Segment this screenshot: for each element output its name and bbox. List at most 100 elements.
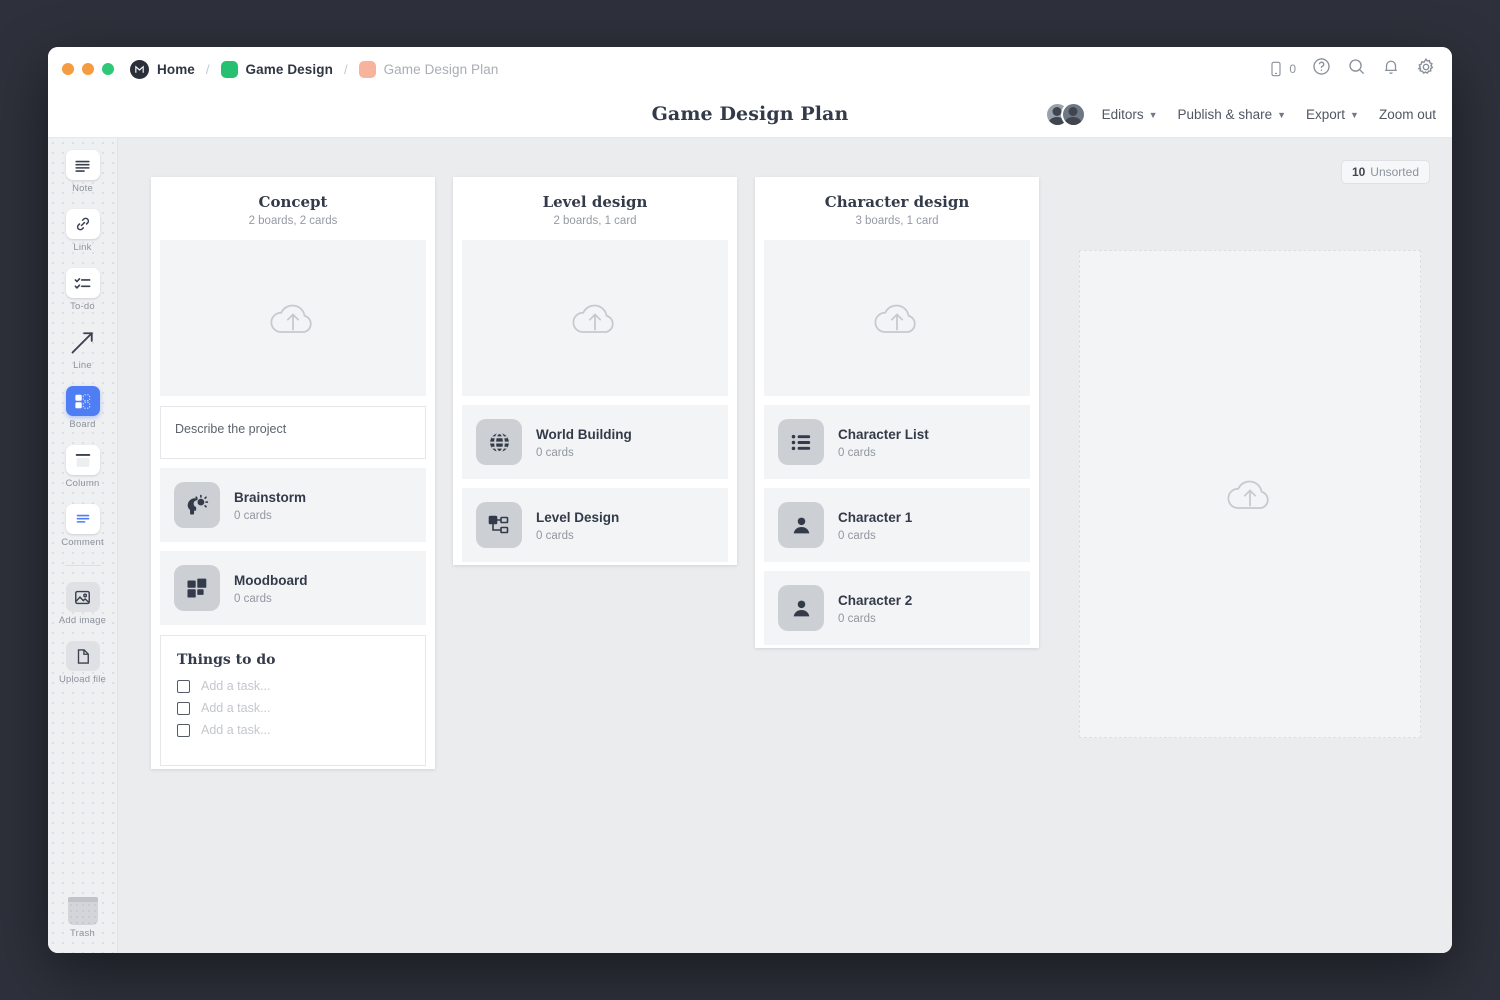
checkbox-icon[interactable] [177, 724, 190, 737]
close-button[interactable] [102, 63, 114, 75]
avatar[interactable] [1061, 102, 1086, 127]
note-card[interactable]: Describe the project [160, 406, 426, 459]
board-item-name: Character 1 [838, 510, 912, 525]
sidebar-item-upload-file[interactable]: Upload file [52, 641, 114, 685]
editors-label: Editors [1102, 107, 1144, 122]
board-item-character-list[interactable]: Character List 0 cards [764, 405, 1030, 479]
sidebar-label-board: Board [69, 419, 95, 430]
person-icon [778, 585, 824, 631]
column-cover-dropzone[interactable] [462, 240, 728, 396]
board-item-level-design[interactable]: Level Design 0 cards [462, 488, 728, 562]
board-item-name: Level Design [536, 510, 619, 525]
sidebar-label-trash: Trash [70, 928, 95, 939]
empty-dropzone[interactable] [1079, 250, 1421, 738]
peach-swatch-icon [359, 61, 376, 78]
todo-placeholder[interactable]: Add a task... [201, 723, 270, 737]
board-item-count: 0 cards [536, 447, 632, 459]
board-item-name: Brainstorm [234, 490, 306, 505]
board-icon [66, 386, 100, 416]
checkbox-icon[interactable] [177, 702, 190, 715]
sidebar-item-column[interactable]: Column [52, 445, 114, 489]
todo-placeholder[interactable]: Add a task... [201, 701, 270, 715]
sidebar-label-upload-file: Upload file [59, 674, 106, 685]
column-icon [66, 445, 100, 475]
board-canvas[interactable]: 10 Unsorted Concept 2 boards, 2 cards [118, 138, 1452, 953]
breadcrumb-separator-2: / [333, 62, 359, 77]
sidebar-item-note[interactable]: Note [52, 150, 114, 194]
mobile-preview-button[interactable]: 0 [1268, 60, 1296, 78]
export-menu[interactable]: Export ▼ [1306, 107, 1359, 122]
todo-row[interactable]: Add a task... [177, 723, 409, 737]
sidebar-item-board[interactable]: Board [52, 386, 114, 430]
maximize-button[interactable] [82, 63, 94, 75]
board-item-count: 0 cards [234, 593, 308, 605]
columns-container: Concept 2 boards, 2 cards Describe the p… [151, 177, 1421, 769]
board-item-count: 0 cards [838, 613, 912, 625]
note-icon [66, 150, 100, 180]
sitemap-icon [476, 502, 522, 548]
sidebar-item-todo[interactable]: To-do [52, 268, 114, 312]
chevron-down-icon: ▼ [1277, 110, 1286, 120]
board-item-count: 0 cards [838, 447, 929, 459]
board-item-character-1[interactable]: Character 1 0 cards [764, 488, 1030, 562]
todo-card[interactable]: Things to do Add a task... Add a task...… [160, 635, 426, 766]
window-controls[interactable] [62, 63, 114, 75]
breadcrumb-item-game-design-plan[interactable]: Game Design Plan [359, 61, 499, 78]
app-window: Home / Game Design / Game Design Plan 0 [48, 47, 1452, 953]
column-subtitle: 3 boards, 1 card [765, 215, 1029, 227]
board-item-world-building[interactable]: World Building 0 cards [462, 405, 728, 479]
minimize-button[interactable] [62, 63, 74, 75]
board-column-concept[interactable]: Concept 2 boards, 2 cards Describe the p… [151, 177, 435, 769]
column-header: Concept 2 boards, 2 cards [151, 177, 435, 240]
export-label: Export [1306, 107, 1345, 122]
line-icon [66, 327, 100, 357]
trash-icon [68, 897, 98, 925]
help-icon[interactable] [1312, 57, 1331, 81]
sidebar-label-add-image: Add image [59, 615, 106, 626]
editor-avatars[interactable] [1045, 102, 1086, 127]
editors-menu[interactable]: Editors ▼ [1102, 107, 1158, 122]
column-title: Character design [765, 193, 1029, 211]
board-column-level-design[interactable]: Level design 2 boards, 1 card [453, 177, 737, 565]
board-item-text: Brainstorm 0 cards [234, 489, 306, 522]
breadcrumb-item-game-design[interactable]: Game Design [221, 61, 333, 78]
search-icon[interactable] [1347, 57, 1366, 81]
bell-icon[interactable] [1382, 57, 1400, 81]
publish-share-menu[interactable]: Publish & share ▼ [1178, 107, 1286, 122]
board-item-text: World Building 0 cards [536, 426, 632, 459]
sidebar-item-comment[interactable]: Comment [52, 504, 114, 548]
board-item-moodboard[interactable]: Moodboard 0 cards [160, 551, 426, 625]
column-subtitle: 2 boards, 1 card [463, 215, 727, 227]
sidebar-item-link[interactable]: Link [52, 209, 114, 253]
board-column-character-design[interactable]: Character design 3 boards, 1 card [755, 177, 1039, 648]
checkbox-icon[interactable] [177, 680, 190, 693]
column-title: Level design [463, 193, 727, 211]
todo-card-title: Things to do [177, 652, 409, 668]
breadcrumb-item-home[interactable]: Home [130, 60, 195, 79]
cloud-upload-icon [1222, 471, 1278, 517]
board-item-text: Character 1 0 cards [838, 509, 912, 542]
publish-share-label: Publish & share [1178, 107, 1273, 122]
sidebar-item-trash[interactable]: Trash [52, 897, 114, 939]
todo-row[interactable]: Add a task... [177, 701, 409, 715]
column-cover-dropzone[interactable] [160, 240, 426, 396]
sidebar-item-add-image[interactable]: Add image [52, 582, 114, 626]
zoom-out-button[interactable]: Zoom out [1379, 107, 1436, 122]
header-actions: Editors ▼ Publish & share ▼ Export ▼ Zoo… [1045, 102, 1436, 127]
sidebar-label-note: Note [72, 183, 93, 194]
board-item-name: Character List [838, 427, 929, 442]
breadcrumb-label-game-design-plan: Game Design Plan [384, 62, 499, 77]
column-header: Character design 3 boards, 1 card [755, 177, 1039, 240]
board-item-character-2[interactable]: Character 2 0 cards [764, 571, 1030, 645]
app-body: Note Link [48, 138, 1452, 953]
sidebar-label-line: Line [73, 360, 92, 371]
column-cover-dropzone[interactable] [764, 240, 1030, 396]
breadcrumb-label-game-design: Game Design [246, 62, 333, 77]
mobile-count: 0 [1289, 62, 1296, 76]
todo-row[interactable]: Add a task... [177, 679, 409, 693]
board-item-brainstorm[interactable]: Brainstorm 0 cards [160, 468, 426, 542]
sidebar-item-line[interactable]: Line [52, 327, 114, 371]
comment-icon [66, 504, 100, 534]
todo-placeholder[interactable]: Add a task... [201, 679, 270, 693]
gear-icon[interactable] [1416, 57, 1436, 82]
